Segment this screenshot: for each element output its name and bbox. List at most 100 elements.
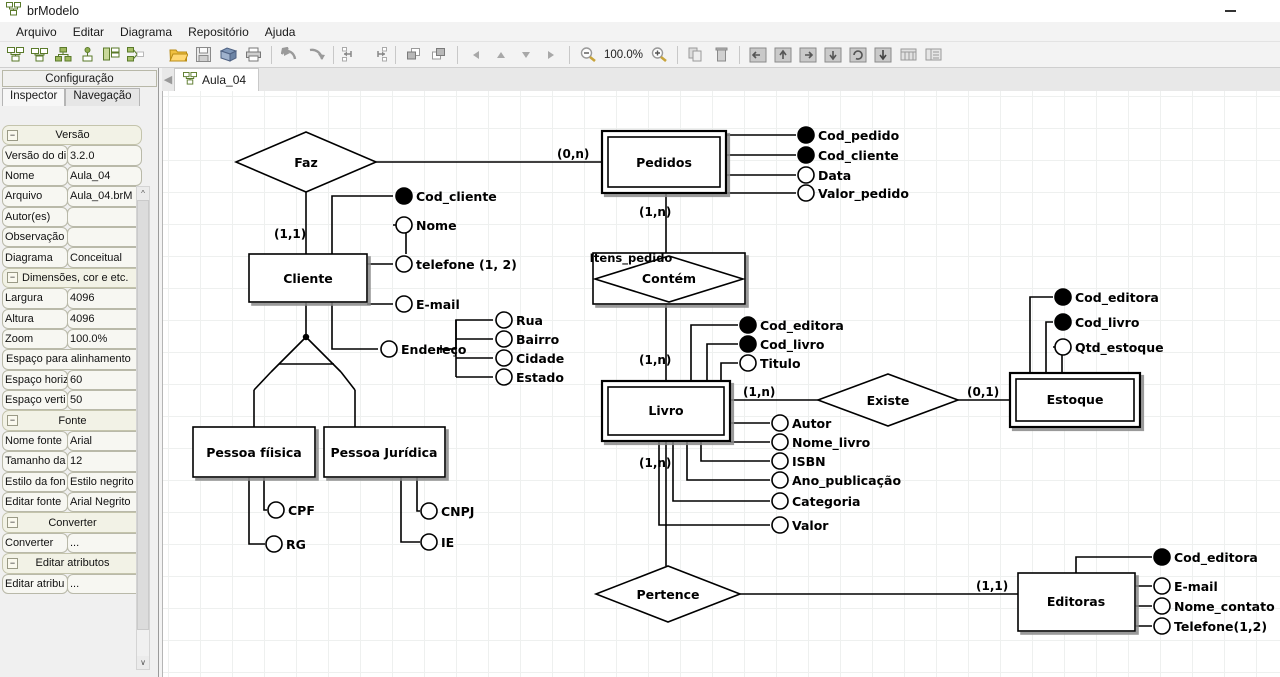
print-icon[interactable]	[241, 44, 265, 66]
attribute-nome-livro[interactable]: Nome_livro	[771, 433, 871, 451]
scroll-up-icon[interactable]: ^	[137, 187, 149, 200]
attribute-cidade[interactable]: Cidade	[495, 349, 564, 367]
property-row[interactable]: Versão do di 3.2.0	[2, 145, 142, 166]
group-fonte[interactable]: − Fonte	[2, 410, 142, 431]
property-value[interactable]: 50	[67, 390, 142, 411]
relationship-existe[interactable]: Existe	[815, 373, 961, 427]
attribute-cod-editora-estoque[interactable]: Cod_editora	[1054, 288, 1159, 306]
hierarchy-icon[interactable]	[52, 45, 74, 65]
nav-up-icon[interactable]	[489, 44, 513, 66]
er-diagram[interactable]: Cliente Pedidos Livro Estoque Editoras P…	[163, 91, 1280, 677]
align-right-icon[interactable]	[365, 44, 389, 66]
tab-scroll-left-icon[interactable]: ◀	[162, 68, 174, 91]
group-versao[interactable]: − Versão	[2, 125, 142, 146]
document-tab-aula04[interactable]: Aula_04	[174, 68, 260, 91]
attribute-valor[interactable]: Valor	[771, 516, 829, 534]
grid-view-icon[interactable]	[896, 44, 920, 66]
attribute-nome[interactable]: Nome	[395, 216, 457, 234]
scroll-down-icon[interactable]: ∨	[137, 656, 149, 669]
property-row[interactable]: Arquivo Aula_04.brM	[2, 186, 142, 207]
property-value[interactable]: ...	[67, 573, 142, 594]
property-value[interactable]: 4096	[67, 288, 142, 309]
attribute-cod-editora-livro[interactable]: Cod_editora	[739, 316, 844, 334]
collapse-icon[interactable]: −	[7, 129, 18, 141]
attribute-cod-pedido[interactable]: Cod_pedido	[797, 126, 900, 144]
attribute-isbn[interactable]: ISBN	[771, 452, 826, 470]
scrollbar-thumb[interactable]	[137, 200, 149, 630]
property-row[interactable]: Espaço horiz 60	[2, 369, 142, 391]
property-row[interactable]: Zoom 100.0%	[2, 328, 142, 350]
property-value[interactable]: ...	[67, 532, 142, 554]
attribute-cpf[interactable]: CPF	[267, 501, 315, 519]
property-value[interactable]: Conceitual	[67, 247, 142, 268]
attribute-icon[interactable]	[76, 45, 98, 65]
property-value[interactable]: 60	[67, 369, 142, 391]
relationship-faz[interactable]: Faz	[233, 131, 379, 193]
menu-diagrama[interactable]: Diagrama	[112, 23, 180, 41]
entity-pessoa-fisica[interactable]: Pessoa fíisica	[192, 426, 316, 478]
attribute-cnpj[interactable]: CNPJ	[420, 502, 474, 520]
minimize-button[interactable]	[1210, 0, 1250, 22]
relationship-pertence[interactable]: Pertence	[593, 565, 743, 623]
tab-navegacao[interactable]: Navegação	[65, 88, 140, 106]
menu-arquivo[interactable]: Arquivo	[8, 23, 65, 41]
property-value[interactable]: Estilo negrito	[67, 471, 142, 493]
attribute-qtd-estoque[interactable]: Qtd_estoque	[1054, 338, 1164, 356]
attribute-categoria[interactable]: Categoria	[771, 492, 860, 510]
collapse-icon[interactable]: −	[7, 557, 18, 569]
import-right-icon[interactable]	[796, 44, 820, 66]
diagram-canvas[interactable]: Cliente Pedidos Livro Estoque Editoras P…	[162, 91, 1280, 677]
attribute-rua[interactable]: Rua	[495, 311, 543, 329]
menu-editar[interactable]: Editar	[65, 23, 112, 41]
property-row[interactable]: Editar fonte Arial Negrito	[2, 492, 142, 513]
nav-last-icon[interactable]	[539, 44, 563, 66]
property-row[interactable]: Tamanho da 12	[2, 451, 142, 472]
property-row[interactable]: Editar atribu ...	[2, 573, 142, 594]
align-left-icon[interactable]	[340, 44, 364, 66]
attribute-email-cliente[interactable]: E-mail	[395, 295, 460, 313]
relationship-icon[interactable]	[124, 45, 146, 65]
attribute-cod-cliente[interactable]: Cod_cliente	[395, 187, 497, 205]
collapse-icon[interactable]: −	[7, 517, 18, 529]
bring-to-front-icon[interactable]	[402, 44, 426, 66]
attribute-ano-publicacao[interactable]: Ano_publicação	[771, 471, 901, 489]
property-row[interactable]: Largura 4096	[2, 288, 142, 309]
property-row[interactable]: Diagrama Conceitual	[2, 247, 142, 268]
attribute-ie[interactable]: IE	[420, 533, 454, 551]
menu-ajuda[interactable]: Ajuda	[257, 23, 304, 41]
property-row[interactable]: Observação	[2, 226, 142, 248]
panel-scrollbar[interactable]: ^ ∨	[136, 186, 150, 670]
attribute-estado[interactable]: Estado	[495, 368, 564, 386]
export-down-icon[interactable]	[821, 44, 845, 66]
attribute-cod-livro[interactable]: Cod_livro	[739, 335, 825, 353]
property-row[interactable]: Converter ...	[2, 532, 142, 554]
import-left-icon[interactable]	[746, 44, 770, 66]
property-value[interactable]: 3.2.0	[67, 145, 142, 166]
menu-repositorio[interactable]: Repositório	[180, 23, 257, 41]
group-editar-atributos[interactable]: − Editar atributos	[2, 553, 142, 574]
property-value[interactable]	[67, 206, 142, 227]
attribute-cod-cliente-pedidos[interactable]: Cod_cliente	[797, 146, 899, 164]
export-up-icon[interactable]	[771, 44, 795, 66]
property-value[interactable]: 100.0%	[67, 328, 142, 350]
property-value[interactable]: Arial	[67, 430, 142, 452]
attribute-cod-editora-editoras[interactable]: Cod_editora	[1153, 548, 1258, 566]
delete-icon[interactable]	[709, 44, 733, 66]
entity-cliente[interactable]: Cliente	[248, 253, 368, 303]
zoom-in-icon[interactable]	[647, 44, 671, 66]
group-converter[interactable]: − Converter	[2, 512, 142, 533]
undo-icon[interactable]	[278, 44, 302, 66]
attribute-email-editoras[interactable]: E-mail	[1153, 577, 1218, 595]
property-value[interactable]: Aula_04	[67, 165, 142, 187]
property-row[interactable]: Altura 4096	[2, 308, 142, 329]
table-list-icon[interactable]	[100, 45, 122, 65]
send-to-back-icon[interactable]	[427, 44, 451, 66]
collapse-icon[interactable]: −	[7, 272, 18, 284]
attribute-autor[interactable]: Autor	[771, 414, 832, 432]
property-row[interactable]: Espaço verti 50	[2, 390, 142, 411]
property-value[interactable]: Arial Negrito	[67, 492, 142, 513]
new-entity-icon[interactable]	[4, 45, 26, 65]
property-row[interactable]: Nome fonte Arial	[2, 430, 142, 452]
attribute-bairro[interactable]: Bairro	[495, 330, 560, 348]
attribute-cod-livro-estoque[interactable]: Cod_livro	[1054, 313, 1140, 331]
